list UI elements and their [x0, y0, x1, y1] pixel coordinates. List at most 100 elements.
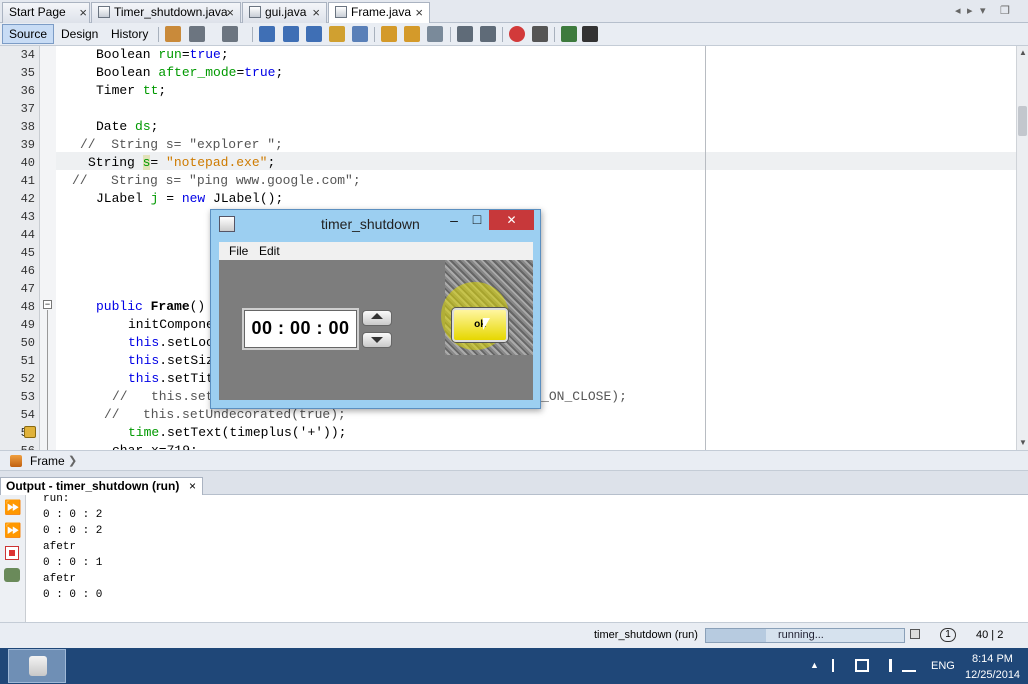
right-margin-guide — [705, 46, 706, 450]
line-number: 51 — [20, 354, 35, 368]
code-line-35: Boolean after_mode=true; — [96, 65, 284, 80]
power-icon[interactable] — [855, 659, 869, 672]
java-file-icon — [335, 6, 347, 18]
settings-icon[interactable] — [4, 568, 20, 582]
timer-shutdown-window[interactable]: timer_shutdown – □ ✕ File Edit 00 : 00 :… — [210, 209, 541, 409]
close-icon[interactable]: × — [312, 3, 320, 22]
line-number: 44 — [20, 228, 35, 242]
stop-macro-icon[interactable] — [532, 26, 548, 42]
ok-button[interactable]: ok — [452, 308, 508, 342]
window-title-bar[interactable]: timer_shutdown – □ ✕ — [211, 210, 540, 236]
tab-start-page[interactable]: Start Page × — [2, 2, 90, 23]
history-mode-button[interactable]: History — [104, 24, 155, 44]
next-bookmark-icon[interactable] — [404, 26, 420, 42]
line-number-gutter: 34 35 36 37 38 39 40 41 42 43 44 45 46 4… — [0, 46, 40, 450]
menu-file[interactable]: File — [229, 244, 248, 258]
find-previous-icon[interactable] — [283, 26, 299, 42]
source-mode-button[interactable]: Source — [2, 24, 55, 44]
input-language[interactable]: ENG — [931, 660, 955, 672]
rerun-icon[interactable]: ⏩ — [4, 499, 21, 516]
collapse-fold-icon[interactable]: − — [43, 300, 52, 309]
find-selection-icon[interactable] — [259, 26, 275, 42]
line-number: 47 — [20, 282, 35, 296]
editor-vertical-scrollbar[interactable]: ▲ ▼ — [1016, 46, 1028, 450]
code-line-39: // String s= "explorer "; — [80, 137, 283, 152]
notification-count-badge[interactable]: 1 — [940, 628, 956, 642]
output-console[interactable]: run: 0 : 0 : 2 0 : 0 : 2 afetr 0 : 0 : 1… — [26, 495, 1028, 622]
line-number: 52 — [20, 372, 35, 386]
close-icon[interactable]: × — [79, 3, 87, 22]
tab-gui-java[interactable]: gui.java × — [242, 2, 327, 23]
code-line-38: Date ds; — [96, 119, 159, 134]
code-line-42: JLabel j = new JLabel(); — [96, 191, 284, 206]
output-line: afetr — [43, 573, 77, 585]
scroll-left-icon[interactable]: ◂ — [955, 4, 961, 17]
toggle-highlight-icon[interactable] — [329, 26, 345, 42]
tab-timer-shutdown-java[interactable]: Timer_shutdown.java × — [91, 2, 241, 23]
line-number: 45 — [20, 246, 35, 260]
line-number: 54 — [20, 408, 35, 422]
tab-label: Timer_shutdown.java — [114, 5, 228, 19]
line-number: 37 — [20, 102, 35, 116]
mouse-cursor-icon — [483, 318, 490, 330]
app-content-panel: 00 : 00 : 00 ok — [219, 260, 533, 400]
increase-time-button[interactable] — [362, 310, 392, 326]
scroll-right-icon[interactable]: ▸ — [967, 4, 973, 17]
cancel-process-icon[interactable] — [910, 629, 920, 639]
status-bar: timer_shutdown (run) running... 1 40 | 2 — [0, 622, 1028, 648]
windows-taskbar: ▲ ENG 8:14 PM 12/25/2014 — [0, 648, 1028, 684]
output-side-toolbar: ⏩ ⏩ — [0, 495, 26, 622]
clock-time[interactable]: 8:14 PM — [972, 653, 1013, 665]
comment-icon[interactable] — [561, 26, 577, 42]
action-center-flag-icon[interactable] — [832, 659, 844, 672]
decrease-time-button[interactable] — [362, 332, 392, 348]
tab-output-run[interactable]: Output - timer_shutdown (run) × — [0, 477, 203, 495]
stop-icon[interactable] — [5, 546, 19, 560]
progress-fill — [706, 629, 766, 642]
java-window-icon[interactable] — [219, 216, 235, 232]
back-icon[interactable] — [189, 26, 205, 42]
restore-window-icon[interactable]: ❐ — [1000, 4, 1010, 17]
rerun-with-params-icon[interactable]: ⏩ — [4, 522, 21, 539]
close-icon[interactable]: × — [415, 3, 423, 22]
progress-bar[interactable]: running... — [705, 628, 905, 643]
code-line-41: // String s= "ping www.google.com"; — [72, 173, 361, 188]
caret-position: 40 | 2 — [976, 629, 1004, 641]
shift-left-icon[interactable] — [457, 26, 473, 42]
hint-bulb-icon[interactable] — [24, 426, 36, 438]
close-icon[interactable]: × — [189, 478, 196, 494]
breadcrumb-frame[interactable]: Frame — [30, 454, 65, 468]
clock-date[interactable]: 12/25/2014 — [965, 669, 1020, 681]
scroll-down-icon[interactable]: ▼ — [1019, 438, 1027, 447]
close-icon[interactable]: × — [226, 3, 234, 22]
network-icon[interactable] — [902, 659, 916, 672]
start-macro-icon[interactable] — [509, 26, 525, 42]
taskbar-java-app-button[interactable] — [8, 649, 66, 683]
scroll-up-icon[interactable]: ▲ — [1019, 48, 1027, 57]
toolbar-separator — [502, 27, 503, 42]
shift-right-icon[interactable] — [480, 26, 496, 42]
menu-edit[interactable]: Edit — [259, 244, 280, 258]
maximize-button[interactable]: □ — [465, 211, 489, 229]
tab-label: Frame.java — [351, 5, 412, 19]
close-button[interactable]: ✕ — [489, 210, 534, 230]
rectangular-selection-icon[interactable] — [352, 26, 368, 42]
output-tab-bar: Output - timer_shutdown (run) × — [0, 477, 1028, 495]
running-project-label[interactable]: timer_shutdown (run) — [594, 629, 698, 641]
breadcrumb-arrow-icon: ❯ — [68, 455, 78, 467]
forward-icon[interactable] — [222, 26, 238, 42]
tab-frame-java[interactable]: Frame.java × — [328, 2, 430, 24]
tray-expand-icon[interactable]: ▲ — [810, 660, 819, 670]
uncomment-icon[interactable] — [582, 26, 598, 42]
find-next-icon[interactable] — [306, 26, 322, 42]
volume-icon[interactable] — [879, 659, 892, 672]
previous-bookmark-icon[interactable] — [381, 26, 397, 42]
minimize-button[interactable]: – — [443, 212, 465, 230]
toggle-bookmark-icon[interactable] — [427, 26, 443, 42]
toolbar-separator — [554, 27, 555, 42]
scrollbar-thumb[interactable] — [1018, 106, 1027, 136]
tab-menu-icon[interactable]: ▾ — [980, 4, 986, 17]
line-number: 48 — [20, 300, 35, 314]
last-edit-icon[interactable] — [165, 26, 181, 42]
design-mode-button[interactable]: Design — [54, 24, 105, 44]
